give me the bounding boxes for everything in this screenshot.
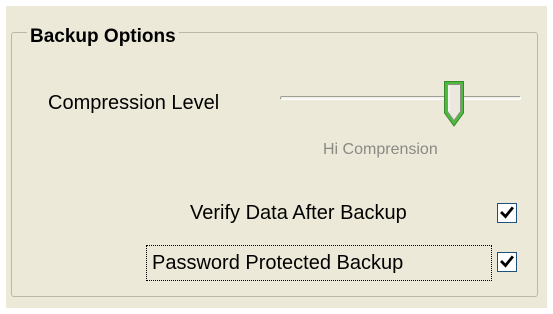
password-protected-checkbox[interactable] [497, 252, 517, 272]
check-icon [500, 255, 514, 268]
compression-slider-track[interactable] [280, 96, 521, 100]
check-icon [500, 206, 514, 219]
group-title: Backup Options [27, 26, 179, 48]
verify-data-label[interactable]: Verify Data After Backup [190, 201, 407, 225]
slider-thumb-icon [444, 81, 464, 127]
compression-level-label: Compression Level [48, 92, 220, 114]
verify-data-checkbox[interactable] [497, 203, 517, 223]
password-protected-label[interactable]: Password Protected Backup [152, 251, 403, 275]
compression-level-caption: Hi Comprension [323, 141, 438, 158]
compression-slider-thumb[interactable] [442, 79, 466, 129]
